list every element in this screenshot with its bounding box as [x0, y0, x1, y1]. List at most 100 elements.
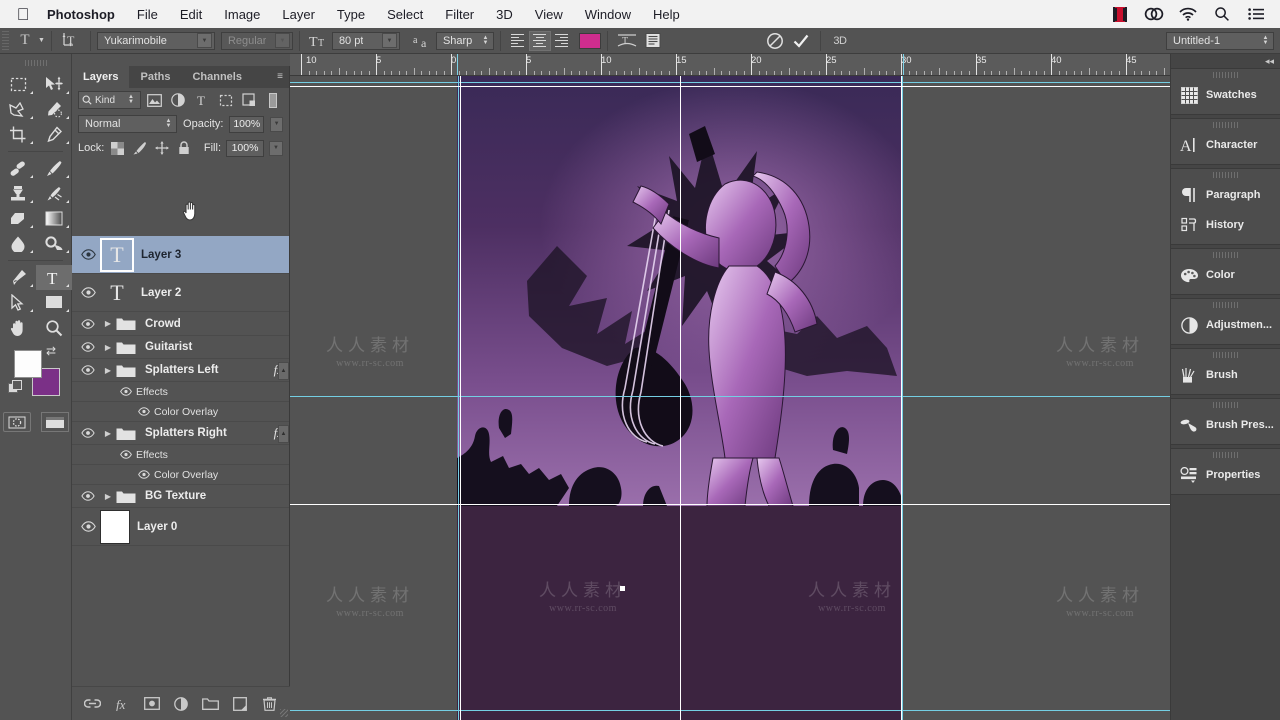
expand-group-triangle-icon[interactable]: ▶	[100, 429, 116, 438]
panel-button-paragraph[interactable]: Paragraph	[1171, 180, 1280, 210]
rectangle-tool[interactable]	[36, 290, 72, 315]
lock-position-icon[interactable]	[153, 140, 170, 157]
layer-name[interactable]: Splatters Right	[145, 427, 227, 439]
panel-scrollbar[interactable]: ▲	[278, 425, 289, 443]
layer-visibility-toggle[interactable]	[76, 428, 100, 438]
quick-mask-mode-button[interactable]	[2, 412, 31, 432]
expand-group-triangle-icon[interactable]: ▶	[100, 319, 116, 328]
layer-name[interactable]: Layer 0	[137, 521, 177, 533]
table-row[interactable]: ▶ Guitarist	[72, 336, 289, 359]
screen-mode-button[interactable]	[40, 412, 69, 432]
chevron-down-icon[interactable]: ▼	[381, 33, 397, 48]
layer-thumbnail[interactable]: T	[100, 237, 134, 272]
dock-grip[interactable]	[1212, 252, 1239, 258]
3d-mode-button[interactable]: 3D	[827, 31, 853, 51]
fill-slider-button[interactable]: ▼	[269, 140, 283, 156]
align-center-button[interactable]	[528, 30, 551, 51]
layer-thumbnail[interactable]: T	[100, 276, 134, 310]
lock-all-icon[interactable]	[175, 140, 192, 157]
dock-grip[interactable]	[1212, 122, 1239, 128]
filter-kind-select[interactable]: Kind ▲ ▼	[78, 91, 141, 109]
align-left-button[interactable]	[507, 31, 529, 51]
table-row[interactable]: Layer 0	[72, 508, 289, 546]
list-item[interactable]: Color Overlay	[72, 465, 289, 485]
panel-resize-handle[interactable]	[280, 709, 288, 717]
filter-smartobject-icon[interactable]	[240, 91, 260, 110]
menu-edit[interactable]: Edit	[169, 7, 213, 22]
table-row[interactable]: ▶ Crowd	[72, 312, 289, 336]
document-select[interactable]: Untitled-1 ▲ ▼	[1166, 31, 1274, 50]
pen-tool[interactable]	[0, 265, 36, 290]
dock-grip[interactable]	[1212, 352, 1239, 358]
eraser-tool[interactable]	[0, 206, 36, 231]
menu-view[interactable]: View	[524, 7, 574, 22]
blend-mode-select[interactable]: Normal ▲ ▼	[78, 115, 178, 133]
menu-image[interactable]: Image	[213, 7, 271, 22]
filter-shape-icon[interactable]	[216, 91, 236, 110]
panel-button-character[interactable]: A Character	[1171, 130, 1280, 160]
layer-name[interactable]: BG Texture	[145, 490, 206, 502]
font-family-select[interactable]: Yukarimobile ▼	[96, 31, 215, 50]
canvas-area[interactable]: ✺	[290, 76, 1170, 720]
dock-grip[interactable]	[1212, 452, 1239, 458]
rectangular-marquee-tool[interactable]	[0, 72, 36, 97]
font-style-select[interactable]: Regular ▼	[220, 31, 293, 50]
menu-select[interactable]: Select	[376, 7, 434, 22]
stepper-icon[interactable]: ▲ ▼	[480, 33, 491, 49]
commit-edits-button[interactable]	[788, 31, 814, 51]
effects-visibility-toggle[interactable]	[116, 450, 136, 459]
table-row[interactable]: ▶ Splatters Right fx ▲	[72, 422, 289, 445]
brush-tool[interactable]	[36, 156, 72, 181]
spot-healing-brush-tool[interactable]	[0, 156, 36, 181]
add-layer-mask-icon[interactable]	[143, 695, 161, 713]
hand-tool[interactable]	[0, 315, 36, 340]
history-brush-tool[interactable]	[36, 181, 72, 206]
lock-transparent-pixels-icon[interactable]	[109, 140, 126, 157]
guide-vertical[interactable]	[902, 76, 903, 720]
tab-channels[interactable]: Channels	[181, 66, 253, 88]
filter-type-icon[interactable]: T	[192, 91, 212, 110]
layer-thumbnail[interactable]	[100, 509, 130, 544]
gradient-tool[interactable]	[36, 206, 72, 231]
stepper-icon[interactable]: ▲ ▼	[1260, 33, 1271, 49]
horizontal-ruler[interactable]: 10 5 0 5 10 15 20 25 30 35 40 45	[290, 54, 1170, 76]
apple-menu-icon[interactable]: 	[10, 6, 36, 23]
toggle-text-orientation-icon[interactable]: T	[58, 31, 84, 51]
panel-button-properties[interactable]: Properties	[1171, 460, 1280, 490]
table-row[interactable]: ▶ Splatters Left fx ▲	[72, 359, 289, 382]
collapse-panels-icon[interactable]: ◂◂	[1171, 54, 1280, 68]
tab-layers[interactable]: Layers	[72, 66, 130, 88]
effects-visibility-toggle[interactable]	[116, 387, 136, 396]
foreground-color-swatch[interactable]	[14, 350, 42, 378]
layer-name[interactable]: Layer 3	[141, 249, 181, 261]
chevron-down-icon[interactable]: ▼	[196, 33, 212, 48]
guide-vertical[interactable]	[458, 76, 459, 720]
fill-value[interactable]: 100%	[226, 139, 264, 157]
toggle-character-paragraph-panels-icon[interactable]	[640, 31, 666, 51]
stepper-icon[interactable]: ▲ ▼	[126, 92, 137, 108]
menu-filter[interactable]: Filter	[434, 7, 485, 22]
layer-visibility-toggle[interactable]	[76, 521, 100, 532]
crop-tool[interactable]	[0, 122, 36, 147]
filter-toggle-icon[interactable]	[263, 91, 283, 110]
list-icon[interactable]	[1246, 4, 1266, 24]
new-adjustment-layer-icon[interactable]	[172, 695, 190, 713]
font-size-select[interactable]: 80 pt ▼	[331, 31, 400, 50]
menu-window[interactable]: Window	[574, 7, 642, 22]
layer-visibility-toggle[interactable]	[76, 491, 100, 501]
panel-button-brush-presets[interactable]: Brush Pres...	[1171, 410, 1280, 440]
filter-adjustment-icon[interactable]	[168, 91, 188, 110]
wifi-icon[interactable]	[1178, 4, 1198, 24]
layer-name[interactable]: Layer 2	[141, 287, 181, 299]
delete-layer-icon[interactable]	[260, 695, 278, 713]
new-group-icon[interactable]	[201, 695, 219, 713]
table-row[interactable]: T Layer 2	[72, 274, 289, 312]
dock-grip[interactable]	[1212, 402, 1239, 408]
guide-horizontal[interactable]	[290, 710, 1170, 711]
type-tool-preset-icon[interactable]: T	[13, 31, 37, 51]
panel-button-color[interactable]: Color	[1171, 260, 1280, 290]
chevron-down-icon[interactable]: ▼	[274, 33, 290, 48]
layer-visibility-toggle[interactable]	[76, 287, 100, 298]
dock-grip[interactable]	[1212, 302, 1239, 308]
list-item[interactable]: Effects	[72, 382, 289, 402]
